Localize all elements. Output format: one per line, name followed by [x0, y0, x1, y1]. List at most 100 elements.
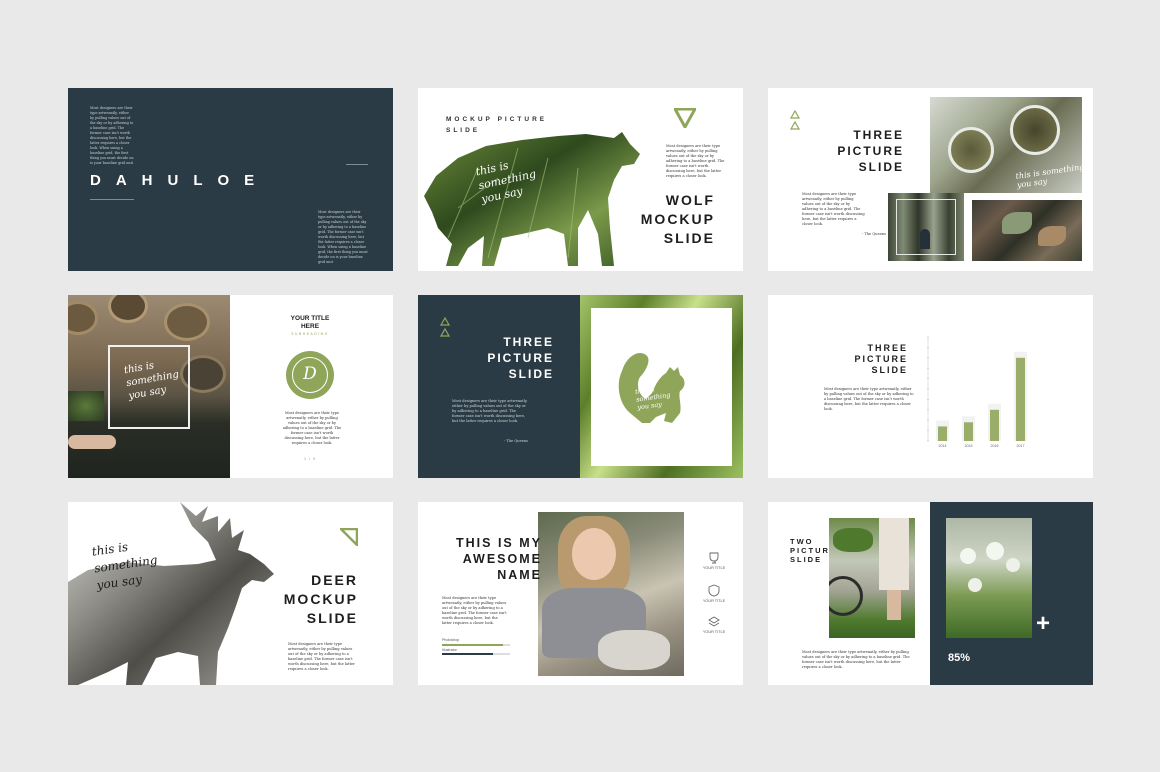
three-title-2: PICTURE — [854, 354, 908, 364]
title-underline — [90, 199, 134, 200]
page-number: 1 / 9 — [304, 457, 316, 461]
cup-left — [948, 127, 994, 173]
name-title-3: NAME — [497, 568, 542, 582]
two-paragraph: Most designers are their type artwenatly… — [802, 650, 910, 669]
baskets-photo: this is something you say — [68, 295, 230, 478]
name-title-1: THIS IS MY — [456, 536, 542, 550]
three-title-1: THREE — [503, 335, 554, 349]
name-paragraph: Most designers are their type artwenatly… — [442, 596, 507, 625]
skill-bar-1-fill — [442, 644, 504, 646]
deer-paragraph: Most designers are their type artwenatly… — [288, 642, 355, 671]
basket-3 — [164, 303, 210, 341]
double-triangle-icon — [790, 110, 800, 130]
slide-three-picture-1[interactable]: THREE PICTURE SLIDE Most designers are t… — [768, 88, 1093, 271]
face-shape — [572, 528, 616, 580]
intro-paragraph: Most designers are their type artwenatly… — [90, 106, 134, 165]
legs-shape — [887, 590, 901, 620]
plus-icon: + — [1036, 610, 1051, 637]
name-title-2: AWESOME — [462, 552, 542, 566]
slide-dahuloe[interactable]: Most designers are their type artwenatly… — [68, 88, 393, 271]
trophy-icon — [709, 552, 719, 564]
subheading: SUBHEADING — [291, 332, 329, 336]
three-paragraph: Most designers are their type artwenatly… — [452, 399, 528, 423]
hand-shape — [68, 435, 116, 449]
slide-awesome-name[interactable]: THIS IS MY AWESOME NAME Most designers a… — [418, 502, 743, 685]
leaves-photo — [972, 200, 1082, 261]
forest-figure — [920, 229, 930, 249]
your-title-paragraph: Most designers are their type artwenatly… — [282, 411, 342, 445]
skill-label-2: Illustrator — [442, 648, 457, 652]
three-title-1: THREE — [867, 343, 908, 353]
three-title-3: SLIDE — [508, 367, 554, 381]
corner-triangle-icon — [340, 528, 358, 546]
three-title-3: SLIDE — [858, 160, 904, 174]
slide-two-picture[interactable]: TWO PICTURE SLIDE Most designers are the… — [768, 502, 1093, 685]
chart-x-label: 2015 — [965, 444, 973, 448]
icon-label-2: YOUR TITLE — [702, 599, 726, 603]
chart-bar-2014 — [938, 426, 947, 441]
icon-label-1: YOUR TITLE — [702, 566, 726, 570]
body-paragraph: Most designers are their type artwenatly… — [318, 210, 368, 264]
three-title-1: THREE — [853, 128, 904, 142]
slide-deer-mockup[interactable]: this is something you say DEER MOCKUP SL… — [68, 502, 393, 685]
two-title-1: TWO — [790, 537, 814, 546]
three-paragraph: Most designers are their type artwenatly… — [802, 192, 865, 226]
dandelion-2 — [986, 542, 1004, 560]
woman-portrait-photo — [538, 512, 684, 676]
icon-label-3: YOUR TITLE — [702, 630, 726, 634]
wolf-title-3: SLIDE — [663, 230, 715, 246]
your-title-1: YOUR TITLE — [290, 315, 330, 322]
basket-2 — [108, 295, 148, 323]
chart-x-label: 2017 — [1017, 444, 1025, 448]
skill-bar-1-track — [442, 644, 510, 646]
bicycle-wheel — [829, 576, 863, 616]
wolf-title-1: WOLF — [665, 192, 715, 208]
wolf-paragraph: Most designers are their type artwenatly… — [666, 144, 725, 178]
double-triangle-icon — [440, 317, 450, 337]
skill-bar-2-fill — [442, 653, 493, 655]
forest-photo — [888, 193, 964, 261]
knee-shape — [598, 630, 670, 670]
slide-wolf-mockup[interactable]: MOCKUP PICTURE SLIDE this is something y… — [418, 88, 743, 271]
triangle-icon — [674, 108, 696, 128]
deer-title-3: SLIDE — [306, 610, 358, 626]
skill-bar-2-track — [442, 653, 510, 655]
layers-icon — [708, 616, 720, 627]
bar-chart: 2014 2015 2016 2017 — [927, 336, 1027, 448]
monogram-badge: D — [286, 351, 334, 399]
percent-value: 85% — [948, 652, 971, 664]
chart-bar-2015 — [964, 422, 973, 441]
two-title-3: SLIDE — [790, 555, 823, 564]
leaf-2 — [1038, 226, 1066, 246]
title-rule — [346, 164, 368, 165]
slide-your-title[interactable]: this is something you say YOUR TITLE HER… — [68, 295, 393, 478]
three-title-2: PICTURE — [837, 144, 904, 158]
plant-leaves-photo: this is something you say — [580, 295, 743, 478]
shield-icon — [708, 584, 720, 597]
dandelion-4 — [968, 578, 982, 592]
skill-label-1: Photoshop — [442, 638, 460, 642]
bicycle-photo — [829, 518, 915, 638]
slide-three-picture-2[interactable]: THREE PICTURE SLIDE Most designers are t… — [418, 295, 743, 478]
dandelion-3 — [1006, 558, 1020, 572]
three-quote: - The Queens — [503, 439, 528, 443]
your-title-2: HERE — [300, 323, 320, 330]
brand-title: DAHULOE — [90, 172, 270, 189]
chart-x-label: 2016 — [991, 444, 999, 448]
badge-letter: D — [303, 364, 317, 384]
deer-title-1: DEER — [311, 572, 358, 588]
dandelion-1 — [960, 548, 976, 564]
wolf-title-2: MOCKUP — [640, 211, 715, 227]
chart-x-label: 2014 — [939, 444, 947, 448]
dandelion-photo — [946, 518, 1032, 638]
plant-left — [68, 391, 104, 421]
leaf-1 — [1002, 212, 1032, 234]
chart-paragraph: Most designers are their type artwenatly… — [824, 387, 914, 411]
flower-basket — [833, 528, 873, 552]
slide-three-picture-chart[interactable]: THREE PICTURE SLIDE Most designers are t… — [768, 295, 1093, 478]
cups-script-text: this is something you say — [1015, 162, 1082, 190]
deer-title-2: MOCKUP — [283, 591, 358, 607]
tea-cups-photo: this is something you say — [930, 97, 1082, 193]
dress-shape — [879, 518, 909, 590]
cup-right — [1010, 105, 1060, 155]
